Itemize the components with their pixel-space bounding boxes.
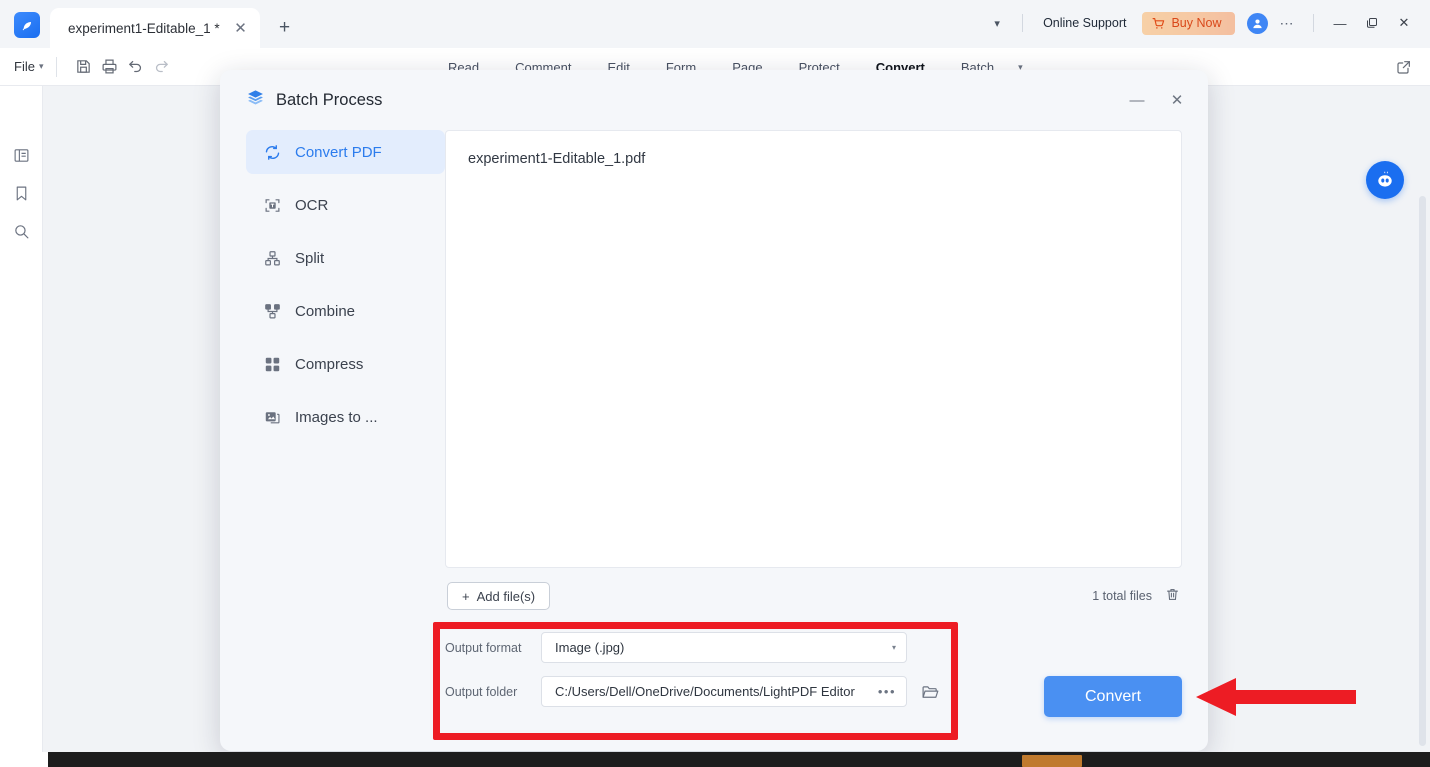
sidebar-item-label: OCR [295,196,329,214]
chevron-down-icon[interactable]: ▾ [982,17,1012,30]
output-format-select[interactable]: Image (.jpg) ▾ [541,632,907,663]
convert-refresh-icon [263,143,282,162]
images-to-pdf-icon [263,408,282,427]
dialog-title-text: Batch Process [276,90,383,109]
dialog-sidebar: Convert PDF OCR Split Combine Compress I… [220,130,445,751]
taskbar-item[interactable] [1022,755,1082,767]
online-support-link[interactable]: Online Support [1033,16,1136,30]
divider [56,56,58,77]
document-tab[interactable]: experiment1-Editable_1 * ✕ [50,8,260,48]
dialog-close-button[interactable]: ✕ [1164,87,1190,113]
combine-icon [263,302,282,321]
convert-button[interactable]: Convert [1044,676,1182,717]
sidebar-item-convert-pdf[interactable]: Convert PDF [246,130,445,174]
maximize-button[interactable] [1356,10,1388,36]
output-folder-value: C:/Users/Dell/OneDrive/Documents/LightPD… [555,684,855,699]
plus-icon: + [462,588,470,604]
output-format-value: Image (.jpg) [555,640,625,655]
divider [1022,14,1024,32]
bookmark-icon[interactable] [9,181,33,205]
search-icon[interactable] [9,219,33,243]
document-tab-label: experiment1-Editable_1 * [68,20,220,36]
file-actions-bar: + Add file(s) 1 total files [445,568,1182,624]
thumbnails-icon[interactable] [9,143,33,167]
sidebar-item-label: Images to ... [295,408,378,426]
buy-now-label: Buy Now [1171,16,1222,30]
folder-open-icon[interactable] [919,681,941,703]
file-list-panel[interactable]: experiment1-Editable_1.pdf [445,130,1182,568]
add-files-label: Add file(s) [476,588,536,604]
sidebar-item-split[interactable]: Split [246,236,445,280]
titlebar-actions: ▾ Online Support Buy Now ⋯ — ✕ [982,8,1430,48]
total-files-label: 1 total files [1092,589,1152,603]
more-horizontal-icon[interactable]: ••• [878,684,896,699]
os-taskbar [0,752,1430,767]
output-folder-label: Output folder [445,684,518,699]
plus-icon[interactable]: + [274,17,296,39]
batch-process-dialog: Batch Process — ✕ Convert PDF OCR Split … [220,70,1208,751]
taskbar-left-region [0,752,48,767]
sidebar-item-label: Convert PDF [295,143,382,161]
external-link-icon[interactable] [1396,59,1430,75]
dialog-window-controls: — ✕ [1124,87,1190,113]
left-rail [0,86,43,752]
print-icon[interactable] [96,54,122,80]
output-folder-input[interactable]: C:/Users/Dell/OneDrive/Documents/LightPD… [541,676,907,707]
close-button[interactable]: ✕ [1388,10,1420,36]
buy-now-button[interactable]: Buy Now [1142,11,1235,35]
dialog-body: Convert PDF OCR Split Combine Compress I… [220,130,1208,751]
file-menu-label: File [14,59,35,74]
list-item[interactable]: experiment1-Editable_1.pdf [468,151,1159,167]
title-bar: experiment1-Editable_1 * ✕ + ▾ Online Su… [0,0,1430,48]
cart-icon [1152,17,1165,30]
dialog-main: experiment1-Editable_1.pdf + Add file(s)… [445,130,1208,751]
sidebar-item-ocr[interactable]: OCR [246,183,445,227]
layers-icon [246,88,265,112]
chevron-down-icon: ▾ [891,643,896,652]
split-icon [263,249,282,268]
ocr-icon [263,196,282,215]
close-icon[interactable]: ✕ [230,17,252,39]
minimize-button[interactable]: — [1324,10,1356,36]
sidebar-item-label: Combine [295,302,356,320]
ai-assistant-icon[interactable] [1366,161,1404,199]
total-files-status: 1 total files [1092,587,1180,605]
lightpdf-logo-icon [14,12,40,38]
sidebar-item-compress[interactable]: Compress [246,342,445,386]
file-menu-button[interactable]: File ▾ [0,59,43,74]
add-files-button[interactable]: + Add file(s) [447,582,551,610]
dialog-title: Batch Process [246,88,382,112]
dialog-header: Batch Process — ✕ [220,70,1208,130]
redo-icon[interactable] [148,54,174,80]
compress-icon [263,355,282,374]
sidebar-item-label: Split [295,249,325,267]
application-window: experiment1-Editable_1 * ✕ + ▾ Online Su… [0,0,1430,767]
save-icon[interactable] [70,54,96,80]
user-avatar-icon[interactable] [1246,12,1268,34]
left-arrow-annotation [1196,678,1356,716]
sidebar-item-images-to-pdf[interactable]: Images to ... [246,395,445,439]
undo-icon[interactable] [122,54,148,80]
trash-icon[interactable] [1165,587,1180,605]
divider [1313,14,1314,32]
vertical-scrollbar[interactable] [1419,196,1426,746]
output-format-row: Output format Image (.jpg) ▾ [445,632,1182,663]
more-horizontal-icon[interactable]: ⋯ [1272,15,1304,32]
chevron-down-icon: ▾ [38,61,44,71]
dialog-minimize-button[interactable]: — [1124,87,1150,113]
sidebar-item-label: Compress [295,355,364,373]
sidebar-item-combine[interactable]: Combine [246,289,445,333]
output-format-label: Output format [445,640,522,655]
